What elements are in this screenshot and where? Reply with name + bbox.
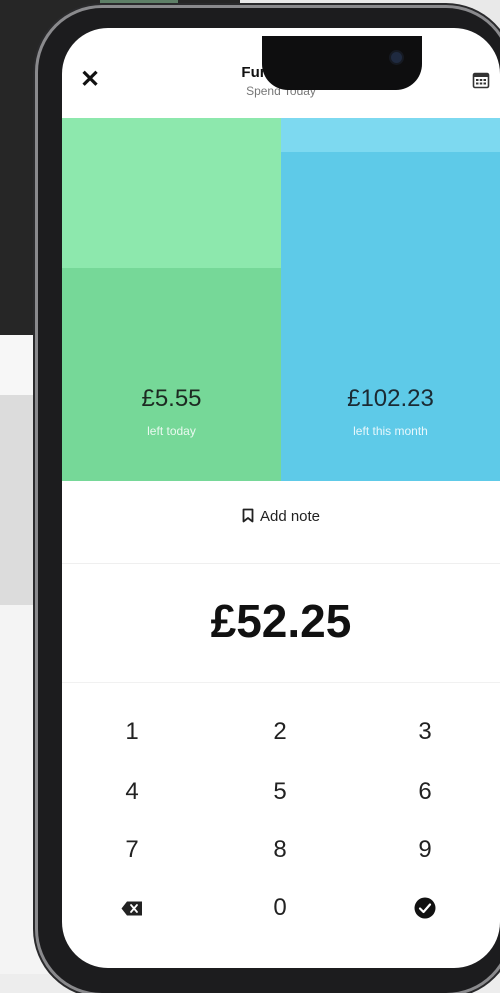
month-remaining-caption: left this month [353,424,428,438]
phone-screen: ✕ Fun Money Spend Today £5.55 left today… [62,28,500,968]
calendar-icon[interactable] [472,71,490,89]
bookmark-icon [242,508,254,527]
divider [62,682,500,683]
divider [62,563,500,564]
backspace-icon[interactable] [92,894,172,922]
today-budget-spent-fill [62,118,281,268]
key-0[interactable]: 0 [240,894,320,922]
camera-icon [391,52,402,63]
key-2[interactable]: 2 [240,718,320,746]
key-5[interactable]: 5 [240,778,320,806]
today-remaining-caption: left today [147,424,196,438]
check-circle-icon[interactable] [385,894,465,922]
budget-tiles: £5.55 left today £102.23 left this month [62,118,500,481]
phone-notch [262,36,422,90]
add-note-button[interactable]: Add note [62,508,500,527]
key-9[interactable]: 9 [385,836,465,864]
entered-amount: £52.25 [210,595,352,647]
key-3[interactable]: 3 [385,718,465,746]
key-4[interactable]: 4 [92,778,172,806]
key-6[interactable]: 6 [385,778,465,806]
today-remaining-amount: £5.55 [141,385,202,412]
month-remaining-amount: £102.23 [347,385,434,412]
key-7[interactable]: 7 [92,836,172,864]
key-8[interactable]: 8 [240,836,320,864]
add-note-label: Add note [259,508,321,525]
key-1[interactable]: 1 [92,718,172,746]
month-budget-spent-fill [281,118,500,152]
